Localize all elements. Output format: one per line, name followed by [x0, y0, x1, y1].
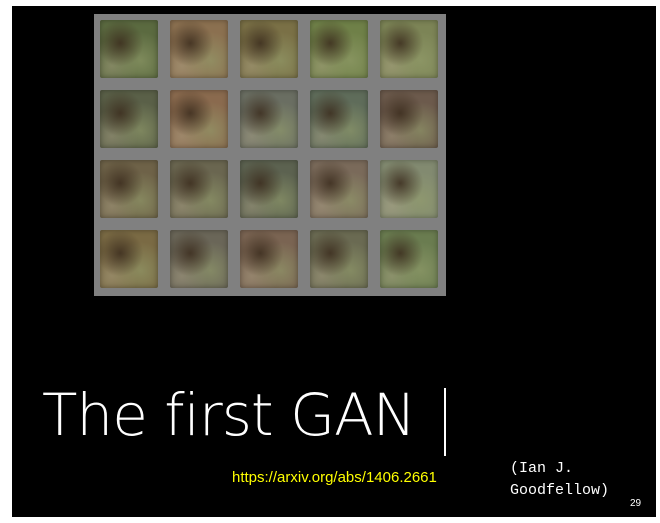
paper-link[interactable]: https://arxiv.org/abs/1406.2661: [232, 469, 437, 486]
sample-image: [240, 160, 298, 218]
sample-image: [380, 90, 438, 148]
text-cursor: [444, 388, 446, 456]
sample-image: [100, 20, 158, 78]
sample-image: [100, 90, 158, 148]
author-credit: (Ian J. Goodfellow): [510, 460, 610, 499]
sample-image: [380, 160, 438, 218]
sample-image: [310, 160, 368, 218]
sample-image: [380, 20, 438, 78]
sample-image: [170, 160, 228, 218]
sample-image: [170, 90, 228, 148]
sample-image: [170, 230, 228, 288]
slide: The first GAN https://arxiv.org/abs/1406…: [12, 6, 656, 517]
sample-image: [100, 160, 158, 218]
sample-image: [310, 230, 368, 288]
sample-image: [310, 20, 368, 78]
sample-image: [240, 90, 298, 148]
sample-image: [170, 20, 228, 78]
sample-image: [240, 230, 298, 288]
sample-image: [310, 90, 368, 148]
gan-samples-grid: [94, 14, 446, 296]
sample-image: [380, 230, 438, 288]
slide-title: The first GAN: [42, 381, 416, 449]
sample-image: [240, 20, 298, 78]
sample-image: [100, 230, 158, 288]
page-number: 29: [630, 498, 642, 509]
